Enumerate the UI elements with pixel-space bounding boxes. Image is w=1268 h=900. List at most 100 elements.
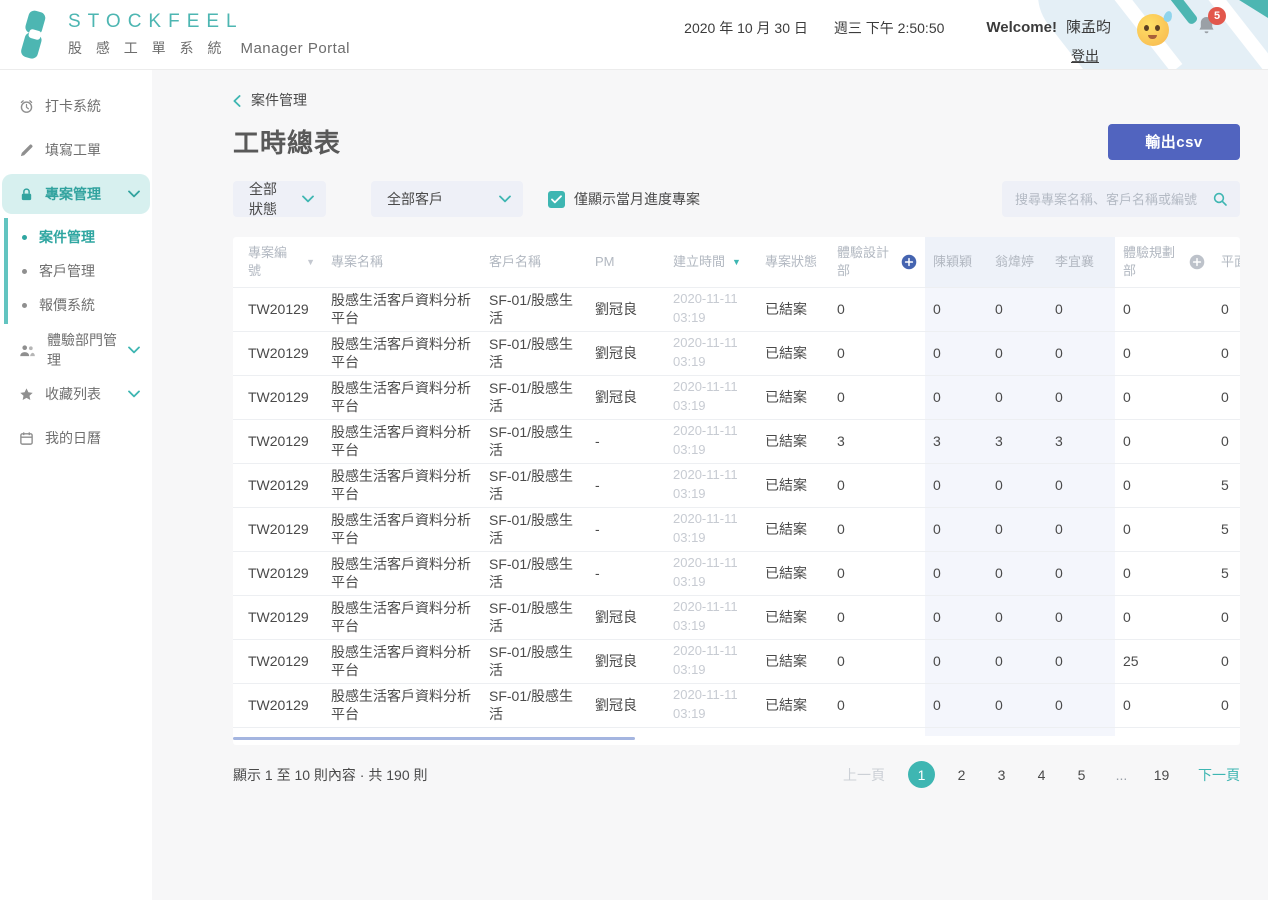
column-header-content: 客戶名稱 bbox=[489, 253, 579, 271]
table-row[interactable]: TW20129股感生活客戶資料分析平台SF-01/股感生活-2020-11-11… bbox=[233, 551, 1240, 595]
pm-cell: 劉冠良 bbox=[587, 683, 665, 727]
page-number[interactable]: 5 bbox=[1068, 761, 1095, 788]
created-date: 2020-11-11 bbox=[673, 334, 749, 353]
column-header-content: 翁煒婷 bbox=[995, 253, 1039, 271]
pad-cell bbox=[1047, 727, 1115, 736]
sidebar-item[interactable]: 體驗部門管理 bbox=[2, 330, 150, 370]
export-csv-button[interactable]: 輸出csv bbox=[1108, 124, 1240, 160]
page-number[interactable]: 2 bbox=[948, 761, 975, 788]
created-time: 03:19 bbox=[673, 309, 749, 328]
project-id-cell: TW20129 bbox=[233, 507, 323, 551]
project-id-cell: TW20129 bbox=[233, 683, 323, 727]
lock-icon bbox=[19, 187, 34, 202]
brand-logo[interactable]: STOCKFEEL 股 感 工 單 系 統 Manager Portal bbox=[14, 9, 350, 61]
sort-icon[interactable]: ▼ bbox=[306, 257, 315, 267]
created-date: 2020-11-11 bbox=[673, 510, 749, 529]
sidebar-item[interactable]: 收藏列表 bbox=[2, 374, 150, 414]
current-month-filter[interactable]: 僅顯示當月進度專案 bbox=[548, 189, 700, 209]
sidebar-item[interactable]: 專案管理 bbox=[2, 174, 150, 214]
dept-graphic-cell: 0 bbox=[1213, 287, 1240, 331]
table-row[interactable]: TW20129股感生活客戶資料分析平台SF-01/股感生活劉冠良2020-11-… bbox=[233, 331, 1240, 375]
client-filter-dropdown[interactable]: 全部客戶 bbox=[371, 181, 523, 217]
column-header-label: PM bbox=[595, 253, 615, 271]
client-name-cell: SF-01/股感生活 bbox=[481, 419, 587, 463]
sidebar-subitem-label: 案件管理 bbox=[39, 227, 95, 247]
status-filter-dropdown[interactable]: 全部狀態 bbox=[233, 181, 326, 217]
search-icon[interactable] bbox=[1212, 191, 1228, 207]
sort-icon[interactable]: ▼ bbox=[732, 257, 741, 267]
created-time: 03:19 bbox=[673, 617, 749, 636]
dept-exp-design-cell: 0 bbox=[829, 375, 925, 419]
sidebar-item[interactable]: 填寫工單 bbox=[2, 130, 150, 170]
logout-link[interactable]: 登出 bbox=[1071, 46, 1099, 66]
page-number[interactable]: 3 bbox=[988, 761, 1015, 788]
sidebar-item[interactable]: 我的日曆 bbox=[2, 418, 150, 458]
member-hours-cell: 3 bbox=[1047, 419, 1115, 463]
table-row[interactable]: TW20129股感生活客戶資料分析平台SF-01/股感生活劉冠良2020-11-… bbox=[233, 595, 1240, 639]
member-hours-cell: 0 bbox=[987, 463, 1047, 507]
table-row[interactable]: TW20129股感生活客戶資料分析平台SF-01/股感生活劉冠良2020-11-… bbox=[233, 639, 1240, 683]
member-hours-cell: 0 bbox=[1047, 507, 1115, 551]
search-input[interactable] bbox=[1015, 192, 1212, 207]
project-name-cell: 股感生活客戶資料分析平台 bbox=[323, 287, 481, 331]
created-time: 03:19 bbox=[673, 485, 749, 504]
horizontal-scrollbar[interactable] bbox=[233, 737, 635, 740]
sidebar-subitem[interactable]: 案件管理 bbox=[8, 220, 152, 254]
pad-cell bbox=[925, 727, 987, 736]
table-row[interactable]: TW20129股感生活客戶資料分析平台SF-01/股感生活-2020-11-11… bbox=[233, 419, 1240, 463]
column-header-label: 專案狀態 bbox=[765, 253, 817, 271]
dept-exp-design-cell: 3 bbox=[829, 419, 925, 463]
project-id-cell: TW20129 bbox=[233, 419, 323, 463]
member-hours-cell: 0 bbox=[1047, 683, 1115, 727]
column-header[interactable]: 建立時間▼ bbox=[665, 237, 757, 287]
previous-page-button: 上一頁 bbox=[843, 765, 885, 785]
dept-graphic-cell: 0 bbox=[1213, 683, 1240, 727]
search-box[interactable] bbox=[1002, 181, 1240, 217]
table-row[interactable]: TW20129股感生活客戶資料分析平台SF-01/股感生活劉冠良2020-11-… bbox=[233, 375, 1240, 419]
member-hours-cell: 0 bbox=[1047, 551, 1115, 595]
user-avatar[interactable] bbox=[1137, 14, 1169, 46]
dept-exp-design-cell: 0 bbox=[829, 463, 925, 507]
page-number[interactable]: 4 bbox=[1028, 761, 1055, 788]
member-hours-cell: 0 bbox=[925, 595, 987, 639]
created-date: 2020-11-11 bbox=[673, 686, 749, 705]
table-row[interactable]: TW20129股感生活客戶資料分析平台SF-01/股感生活劉冠良2020-11-… bbox=[233, 683, 1240, 727]
sidebar-subitem[interactable]: 客戶管理 bbox=[8, 254, 152, 288]
next-page-button[interactable]: 下一頁 bbox=[1198, 765, 1240, 785]
expand-column-icon[interactable] bbox=[901, 254, 917, 270]
top-header: STOCKFEEL 股 感 工 單 系 統 Manager Portal 202… bbox=[0, 0, 1268, 70]
table-row[interactable]: TW20129股感生活客戶資料分析平台SF-01/股感生活劉冠良2020-11-… bbox=[233, 287, 1240, 331]
welcome-label: Welcome! bbox=[986, 16, 1057, 40]
column-header-content: 體驗規劃部 bbox=[1123, 244, 1205, 279]
dept-exp-planning-cell: 0 bbox=[1115, 287, 1213, 331]
dept-graphic-cell: 0 bbox=[1213, 375, 1240, 419]
results-summary: 顯示 1 至 10 則內容 · 共 190 則 bbox=[233, 765, 428, 785]
created-time: 03:19 bbox=[673, 573, 749, 592]
column-header: 平面部 bbox=[1213, 237, 1240, 287]
project-name-cell: 股感生活客戶資料分析平台 bbox=[323, 375, 481, 419]
dept-graphic-cell: 0 bbox=[1213, 639, 1240, 683]
member-hours-cell: 0 bbox=[1047, 287, 1115, 331]
column-header[interactable]: 專案編號▼ bbox=[233, 237, 323, 287]
member-hours-cell: 0 bbox=[1047, 331, 1115, 375]
sidebar-item[interactable]: 打卡系統 bbox=[2, 86, 150, 126]
dept-exp-planning-cell: 0 bbox=[1115, 375, 1213, 419]
sidebar-menu: 打卡系統填寫工單專案管理案件管理客戶管理報價系統體驗部門管理收藏列表我的日曆 bbox=[0, 86, 152, 458]
current-time: 週三 下午 2:50:50 bbox=[834, 16, 945, 40]
expand-column-icon[interactable] bbox=[1189, 254, 1205, 270]
pm-cell: 劉冠良 bbox=[587, 595, 665, 639]
notification-bell[interactable]: 5 bbox=[1197, 15, 1216, 36]
table-row[interactable]: TW20129股感生活客戶資料分析平台SF-01/股感生活-2020-11-11… bbox=[233, 463, 1240, 507]
dept-exp-design-cell: 0 bbox=[829, 639, 925, 683]
page-number[interactable]: 1 bbox=[908, 761, 935, 788]
checkbox-checked-icon[interactable] bbox=[548, 191, 565, 208]
created-time: 03:19 bbox=[673, 353, 749, 372]
project-id-cell: TW20129 bbox=[233, 287, 323, 331]
portal-label: Manager Portal bbox=[240, 40, 350, 57]
breadcrumb[interactable]: 案件管理 bbox=[233, 90, 307, 110]
column-header-content: 專案名稱 bbox=[331, 253, 473, 271]
table-row[interactable]: TW20129股感生活客戶資料分析平台SF-01/股感生活-2020-11-11… bbox=[233, 507, 1240, 551]
page-number[interactable]: 19 bbox=[1148, 761, 1175, 788]
sidebar-subitem[interactable]: 報價系統 bbox=[8, 288, 152, 322]
created-cell: 2020-11-1103:19 bbox=[665, 375, 757, 419]
